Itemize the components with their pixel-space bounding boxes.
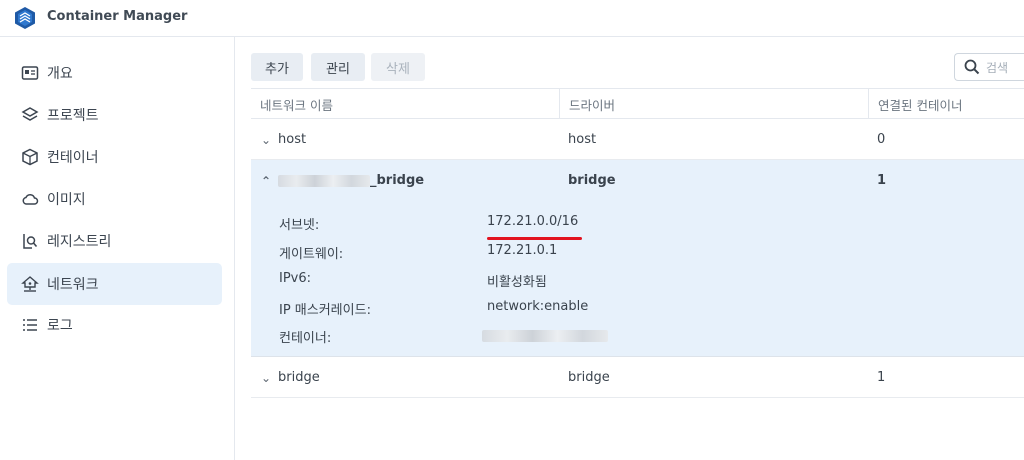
sidebar-item-registry[interactable]: 레지스트리 — [7, 220, 222, 262]
network-name-suffix: _bridge — [370, 173, 425, 188]
network-name: bridge — [278, 370, 320, 385]
chevron-up-icon[interactable]: ⌃ — [258, 174, 274, 188]
column-header-containers[interactable]: 연결된 컨테이너 — [868, 89, 1024, 119]
redacted-name-blur — [278, 174, 370, 187]
column-header-name[interactable]: 네트워크 이름 — [251, 89, 559, 119]
containers-count-cell: 1 — [877, 370, 886, 385]
sidebar-item-label: 로그 — [47, 318, 73, 334]
sidebar: 개요 프로젝트 컨테이너 이미지 레지스트리 네트워크 로그 — [0, 37, 235, 460]
ipv6-value: 비활성화됨 — [487, 275, 547, 290]
network-name-cell: ⌃ _bridge — [258, 160, 424, 201]
container-manager-logo-icon — [15, 7, 35, 29]
sidebar-item-container[interactable]: 컨테이너 — [7, 136, 222, 178]
driver-cell: host — [568, 132, 597, 147]
main-panel: 추가 관리 삭제 검색 네트워크 이름 드라이버 연결된 컨테이너 ⌄ host… — [235, 37, 1024, 460]
sidebar-item-label: 개요 — [47, 66, 73, 82]
driver-cell: bridge — [568, 370, 610, 385]
list-icon — [21, 316, 39, 334]
subnet-value: 172.21.0.0/16 — [487, 214, 579, 229]
network-table: 네트워크 이름 드라이버 연결된 컨테이너 ⌄ host host 0 ⌃ _b… — [251, 88, 1024, 398]
app-title: Container Manager — [47, 9, 188, 24]
manage-button[interactable]: 관리 — [311, 53, 365, 81]
subnet-label: 서브넷: — [279, 218, 320, 233]
table-header: 네트워크 이름 드라이버 연결된 컨테이너 — [251, 88, 1024, 119]
sidebar-item-overview[interactable]: 개요 — [7, 52, 222, 94]
registry-search-icon — [21, 232, 39, 250]
driver-cell: bridge — [568, 173, 616, 188]
search-placeholder: 검색 — [986, 60, 1009, 75]
sidebar-item-label: 프로젝트 — [47, 108, 99, 124]
add-button[interactable]: 추가 — [251, 53, 303, 81]
masquerade-value: network:enable — [487, 299, 589, 314]
overview-icon — [21, 64, 39, 82]
table-row-expanded[interactable]: ⌃ _bridge bridge 1 서브넷: 172.21.0.0/16 게이… — [251, 160, 1024, 357]
delete-button[interactable]: 삭제 — [371, 53, 425, 81]
sidebar-item-label: 레지스트리 — [47, 234, 112, 250]
sidebar-item-label: 네트워크 — [47, 277, 99, 293]
table-row[interactable]: ⌄ host host 0 — [251, 119, 1024, 160]
gateway-label: 게이트웨이: — [279, 247, 344, 262]
network-name: host — [278, 132, 307, 147]
search-input[interactable]: 검색 — [954, 53, 1024, 81]
column-header-driver[interactable]: 드라이버 — [559, 89, 868, 119]
redacted-container-blur — [482, 330, 608, 342]
cloud-icon — [21, 190, 39, 208]
containers-label: 컨테이너: — [279, 331, 332, 346]
search-icon — [964, 59, 980, 75]
sidebar-item-image[interactable]: 이미지 — [7, 178, 222, 220]
containers-count-cell: 1 — [877, 173, 887, 188]
sidebar-item-log[interactable]: 로그 — [7, 304, 222, 346]
sidebar-item-label: 이미지 — [47, 192, 86, 208]
containers-count-cell: 0 — [877, 132, 886, 147]
masquerade-label: IP 매스커레이드: — [279, 303, 371, 318]
chevron-down-icon[interactable]: ⌄ — [258, 133, 274, 147]
sidebar-item-label: 컨테이너 — [47, 150, 99, 166]
title-bar: Container Manager — [0, 0, 1024, 37]
ipv6-label: IPv6: — [279, 271, 312, 286]
network-home-icon — [21, 275, 39, 293]
sidebar-item-network[interactable]: 네트워크 — [7, 263, 222, 305]
network-name-cell: ⌄ bridge — [258, 357, 320, 398]
layers-icon — [21, 106, 39, 124]
cube-icon — [21, 148, 39, 166]
gateway-value: 172.21.0.1 — [487, 243, 558, 258]
table-row[interactable]: ⌄ bridge bridge 1 — [251, 357, 1024, 398]
chevron-down-icon[interactable]: ⌄ — [258, 371, 274, 385]
sidebar-item-project[interactable]: 프로젝트 — [7, 94, 222, 136]
network-name-cell: ⌄ host — [258, 119, 306, 160]
red-underline-annotation — [487, 237, 582, 240]
